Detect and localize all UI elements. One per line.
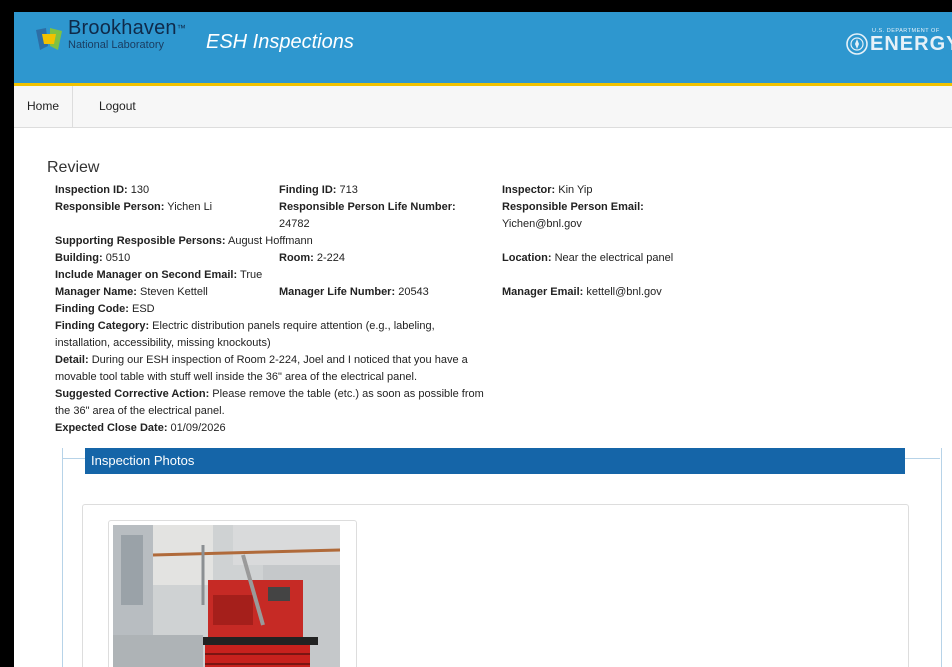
page: Brookhaven™ National Laboratory ESH Insp… — [14, 12, 952, 667]
detail-field: Detail: During our ESH inspection of Roo… — [55, 354, 468, 383]
doe-logo: U.S. DEPARTMENT OF ENERGY — [838, 25, 952, 61]
responsible-person-field: Responsible Person: Yichen Li — [55, 201, 213, 213]
location-field: Location: Near the electrical panel — [502, 252, 674, 264]
close-date-field: Expected Close Date: 01/09/2026 — [55, 422, 226, 434]
corrective-action-field: Suggested Corrective Action: Please remo… — [55, 388, 484, 417]
nav-logout-link[interactable]: Logout — [86, 86, 149, 127]
photos-heading: Inspection Photos — [85, 448, 905, 474]
manager-name-field: Manager Name: Steven Kettell — [55, 286, 208, 298]
fieldset-border — [905, 458, 940, 459]
finding-category-field: Finding Category: Electric distribution … — [55, 320, 435, 349]
supporting-persons-field: Supporting Resposible Persons: August Ho… — [55, 235, 313, 247]
include-manager-field: Include Manager on Second Email: True — [55, 269, 263, 281]
brookhaven-logo-icon — [36, 28, 62, 50]
room-field: Room: 2-224 — [279, 252, 346, 264]
finding-id-field: Finding ID: 713 — [279, 184, 358, 196]
building-field: Building: 0510 — [55, 252, 131, 264]
rp-life-number-field: Responsible Person Life Number: 24782 — [279, 201, 456, 230]
nav-home-link[interactable]: Home — [14, 86, 74, 127]
app-title: ESH Inspections — [206, 31, 354, 53]
doe-energy-label: ENERGY — [870, 33, 952, 55]
inspector-field: Inspector: Kin Yip — [502, 184, 593, 196]
finding-code-field: Finding Code: ESD — [55, 303, 155, 315]
brand-subtitle: National Laboratory — [68, 39, 165, 51]
manager-life-number-field: Manager Life Number: 20543 — [279, 286, 429, 298]
doe-seal-icon — [846, 33, 868, 55]
inspection-photo[interactable] — [113, 525, 340, 667]
brand-name: Brookhaven™ — [68, 17, 186, 39]
inspection-id-field: Inspection ID: 130 — [55, 184, 150, 196]
nav-bar: Home Logout — [14, 86, 952, 128]
site-header: Brookhaven™ National Laboratory ESH Insp… — [14, 12, 952, 86]
review-heading: Review — [47, 159, 100, 176]
manager-email-field: Manager Email: kettell@bnl.gov — [502, 286, 662, 298]
fieldset-border — [62, 458, 85, 459]
rp-email-field: Responsible Person Email: Yichen@bnl.gov — [502, 201, 644, 230]
